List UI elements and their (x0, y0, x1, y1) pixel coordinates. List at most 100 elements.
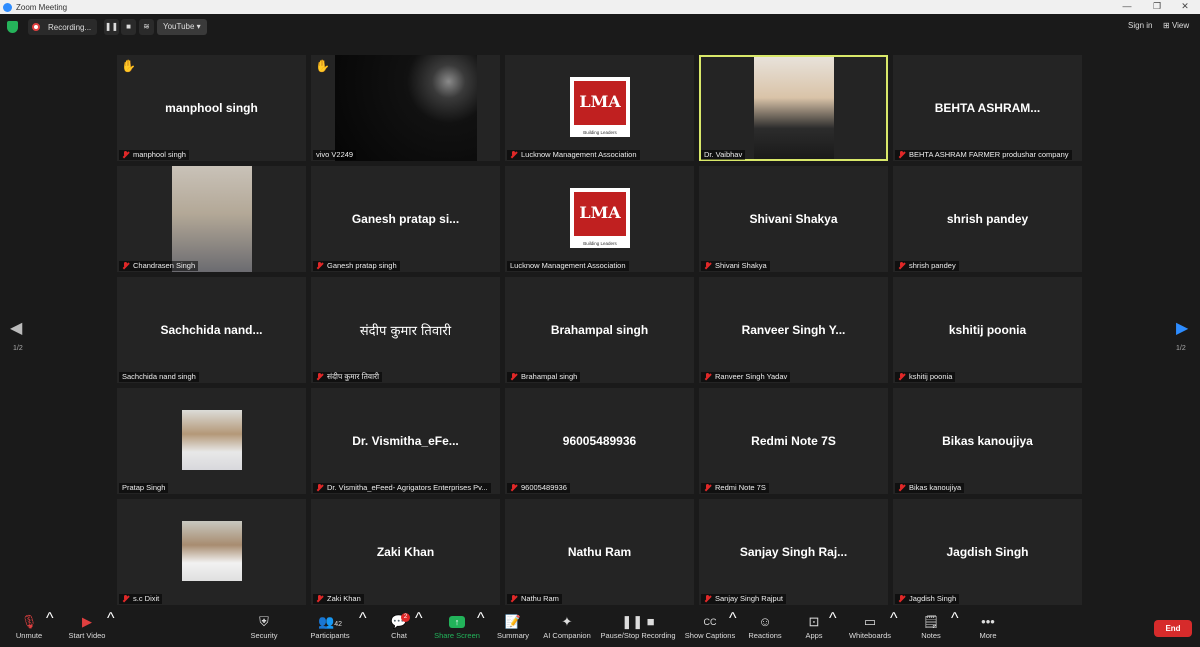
mic-muted-icon (316, 262, 323, 270)
participant-label: manphool singh (119, 150, 189, 160)
participant-tile[interactable]: LMA Building Leaders Lucknow Management … (505, 166, 694, 272)
more-label: More (979, 631, 997, 640)
participant-tile[interactable]: Zaki Khan Zaki Khan (311, 499, 500, 605)
participants-count: 42 (334, 621, 342, 628)
participant-avatar (182, 521, 242, 581)
stop-recording-icon[interactable]: ■ (121, 19, 136, 35)
lma-logo-tagline: Building Leaders (583, 130, 617, 135)
end-meeting-button[interactable]: End (1154, 620, 1192, 637)
window-title: Zoom Meeting (16, 2, 68, 12)
participant-tile[interactable]: shrish pandey shrish pandey (893, 166, 1082, 272)
start-video-button[interactable]: ▶ Start Video (64, 610, 110, 647)
participant-tile[interactable]: Bikas kanoujiya Bikas kanoujiya (893, 388, 1082, 494)
participant-tile-active-speaker[interactable]: Dr. Vaibhav (699, 55, 888, 161)
restore-icon[interactable]: ❐ (1142, 0, 1172, 14)
participant-label: Redmi Note 7S (701, 483, 769, 493)
captions-caret-icon[interactable]: ^ (729, 610, 737, 647)
participant-tile[interactable]: Brahampal singh Brahampal singh (505, 277, 694, 383)
pause-stop-recording-label: Pause/Stop Recording (600, 631, 676, 640)
participant-tile[interactable]: Jagdish Singh Jagdish Singh (893, 499, 1082, 605)
participant-tile[interactable]: Chandrasen Singh (117, 166, 306, 272)
participant-tile[interactable]: ✋ manphool singh manphool singh (117, 55, 306, 161)
lma-logo: LMA Building Leaders (570, 77, 630, 137)
participant-name-large: Ganesh pratap si... (351, 212, 460, 226)
participants-button[interactable]: 👥42 Participants (306, 610, 354, 647)
window-titlebar: Zoom Meeting — ❐ ✕ (0, 0, 1200, 14)
share-caret-icon[interactable]: ^ (477, 610, 485, 647)
participant-name: shrish pandey (909, 261, 956, 270)
participant-name-large: Ranveer Singh Y... (741, 323, 846, 337)
apps-button[interactable]: ⊡ Apps (802, 610, 826, 647)
participant-label: Zaki Khan (313, 594, 364, 604)
participant-video (754, 57, 834, 159)
participant-tile[interactable]: Dr. Vismitha_eFe... Dr. Vismitha_eFeed- … (311, 388, 500, 494)
view-button[interactable]: ⊞ View (1163, 21, 1189, 30)
summary-button[interactable]: 📝 Summary (494, 610, 532, 647)
notes-caret-icon[interactable]: ^ (951, 610, 959, 647)
apps-caret-icon[interactable]: ^ (829, 610, 837, 647)
mic-muted-icon (898, 151, 905, 159)
participants-caret-icon[interactable]: ^ (359, 610, 367, 647)
sign-in-link[interactable]: Sign in (1128, 21, 1152, 30)
youtube-stream-dropdown[interactable]: YouTube ▾ (157, 19, 207, 35)
mic-muted-icon (316, 484, 323, 492)
participant-name-large: Jagdish Singh (946, 545, 1029, 559)
participant-tile[interactable]: Sanjay Singh Raj... Sanjay Singh Rajput (699, 499, 888, 605)
participant-tile[interactable]: Nathu Ram Nathu Ram (505, 499, 694, 605)
ai-companion-button[interactable]: ✦ AI Companion (541, 610, 593, 647)
chat-caret-icon[interactable]: ^ (415, 610, 423, 647)
participant-tile[interactable]: संदीप कुमार तिवारी संदीप कुमार तिवारी (311, 277, 500, 383)
participant-tile[interactable]: s.c Dixit (117, 499, 306, 605)
participant-label: Chandrasen Singh (119, 261, 199, 271)
minimize-icon[interactable]: — (1112, 0, 1142, 14)
participant-name: Sachchida nand singh (122, 372, 196, 381)
raised-hand-icon: ✋ (315, 59, 330, 73)
livestream-icon[interactable]: ≋ (139, 19, 154, 35)
page-indicator-left: 1/2 (13, 345, 23, 352)
share-screen-button[interactable]: ↑ Share Screen (433, 610, 481, 647)
chat-label: Chat (391, 631, 407, 640)
participant-name-large: BEHTA ASHRAM... (934, 101, 1041, 115)
chat-button[interactable]: 💬 2 Chat (386, 610, 412, 647)
next-page-icon[interactable]: ▶ (1176, 318, 1188, 338)
participant-name: vivo V2249 (316, 150, 354, 159)
video-options-caret-icon[interactable]: ^ (107, 610, 115, 647)
whiteboards-button[interactable]: ▭ Whiteboards (848, 610, 892, 647)
participant-label: Shivani Shakya (701, 261, 770, 271)
participant-tile[interactable]: BEHTA ASHRAM... BEHTA ASHRAM FARMER prod… (893, 55, 1082, 161)
encryption-shield-icon[interactable] (7, 21, 18, 33)
start-video-label: Start Video (68, 631, 106, 640)
participant-tile[interactable]: LMA Building Leaders Lucknow Management … (505, 55, 694, 161)
security-button[interactable]: ⛨ Security (246, 610, 282, 647)
pause-recording-icon[interactable]: ❚❚ (104, 19, 119, 35)
participant-tile[interactable]: Sachchida nand... Sachchida nand singh (117, 277, 306, 383)
participant-name-large: Sachchida nand... (160, 323, 263, 337)
participant-name-large: Nathu Ram (567, 545, 632, 559)
participant-label: संदीप कुमार तिवारी (313, 372, 383, 382)
participant-label: shrish pandey (895, 261, 959, 271)
participant-tile[interactable]: ✋ vivo V2249 (311, 55, 500, 161)
close-icon[interactable]: ✕ (1170, 0, 1200, 14)
whiteboards-caret-icon[interactable]: ^ (890, 610, 898, 647)
participant-label: Dr. Vismitha_eFeed- Agrigators Enterpris… (313, 483, 491, 493)
participant-tile[interactable]: Redmi Note 7S Redmi Note 7S (699, 388, 888, 494)
participant-name-large: shrish pandey (946, 212, 1029, 226)
participant-tile[interactable]: 96005489936 96005489936 (505, 388, 694, 494)
mic-muted-icon (704, 484, 711, 492)
participant-tile[interactable]: Ganesh pratap si... Ganesh pratap singh (311, 166, 500, 272)
participant-tile[interactable]: kshitij poonia kshitij poonia (893, 277, 1082, 383)
unmute-button[interactable]: 🎙 Unmute (10, 610, 48, 647)
security-shield-icon: ⛨ (259, 614, 269, 629)
participants-label: Participants (310, 631, 350, 640)
audio-options-caret-icon[interactable]: ^ (46, 610, 54, 647)
reactions-button[interactable]: ☺ Reactions (746, 610, 784, 647)
participant-avatar (182, 410, 242, 470)
pause-stop-recording-button[interactable]: ❚❚ ■ Pause/Stop Recording (600, 610, 676, 647)
participant-tile[interactable]: Shivani Shakya Shivani Shakya (699, 166, 888, 272)
participant-label: Sachchida nand singh (119, 372, 199, 382)
participant-tile[interactable]: Pratap Singh (117, 388, 306, 494)
participant-tile[interactable]: Ranveer Singh Y... Ranveer Singh Yadav (699, 277, 888, 383)
prev-page-icon[interactable]: ◀ (10, 318, 22, 338)
notes-button[interactable]: 🗒 Notes (918, 610, 944, 647)
more-button[interactable]: ••• More (976, 610, 1000, 647)
